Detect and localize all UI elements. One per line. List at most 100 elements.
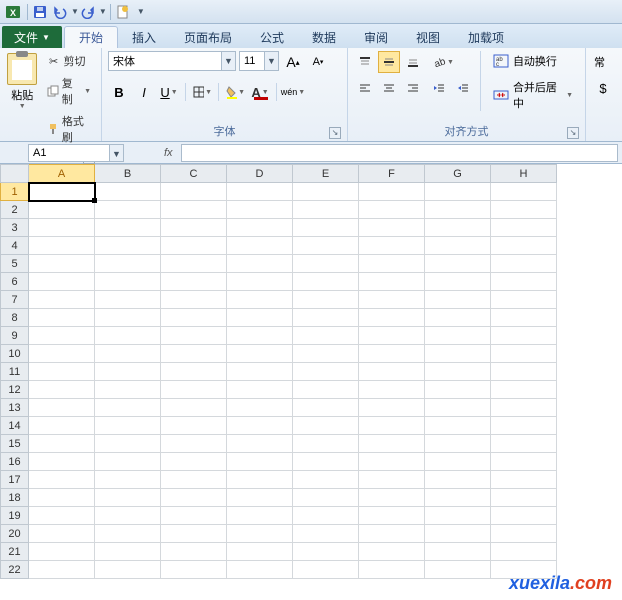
cell[interactable]: [161, 507, 227, 525]
row-header[interactable]: 11: [1, 363, 29, 381]
row-header[interactable]: 13: [1, 399, 29, 417]
cell[interactable]: [425, 255, 491, 273]
decrease-font-button[interactable]: A▾: [307, 51, 329, 73]
cell[interactable]: [425, 327, 491, 345]
cell[interactable]: [293, 399, 359, 417]
wrap-text-button[interactable]: abc 自动换行: [487, 51, 579, 71]
cell[interactable]: [425, 489, 491, 507]
font-name-combo[interactable]: 宋体 ▼: [108, 51, 236, 71]
cell[interactable]: [293, 489, 359, 507]
cell[interactable]: [227, 291, 293, 309]
cell[interactable]: [29, 291, 95, 309]
cell[interactable]: [425, 453, 491, 471]
tab-page-layout[interactable]: 页面布局: [170, 26, 246, 48]
undo-icon[interactable]: [51, 3, 69, 21]
cell[interactable]: [29, 363, 95, 381]
cell[interactable]: [491, 453, 557, 471]
cell[interactable]: [29, 201, 95, 219]
cell[interactable]: [227, 309, 293, 327]
cell[interactable]: [359, 237, 425, 255]
cell[interactable]: [491, 471, 557, 489]
cell[interactable]: [29, 399, 95, 417]
cell[interactable]: [425, 435, 491, 453]
row-header[interactable]: 22: [1, 561, 29, 579]
cell[interactable]: [359, 273, 425, 291]
align-left-button[interactable]: [354, 77, 376, 99]
cell[interactable]: [161, 435, 227, 453]
cell[interactable]: [161, 255, 227, 273]
tab-review[interactable]: 审阅: [350, 26, 402, 48]
cell[interactable]: [161, 345, 227, 363]
column-header[interactable]: H: [491, 165, 557, 183]
cell[interactable]: [425, 381, 491, 399]
decrease-indent-button[interactable]: [428, 77, 450, 99]
cell[interactable]: [227, 201, 293, 219]
cell[interactable]: [161, 219, 227, 237]
cell[interactable]: [227, 399, 293, 417]
align-top-button[interactable]: [354, 51, 376, 73]
increase-font-button[interactable]: A▴: [282, 51, 304, 73]
column-header[interactable]: B: [95, 165, 161, 183]
save-icon[interactable]: [31, 3, 49, 21]
cell[interactable]: [227, 561, 293, 579]
cell[interactable]: [161, 471, 227, 489]
row-header[interactable]: 12: [1, 381, 29, 399]
cell[interactable]: [491, 507, 557, 525]
cell[interactable]: [161, 273, 227, 291]
column-header[interactable]: E: [293, 165, 359, 183]
row-header[interactable]: 14: [1, 417, 29, 435]
column-header[interactable]: C: [161, 165, 227, 183]
cell[interactable]: [95, 561, 161, 579]
cell[interactable]: [425, 219, 491, 237]
cell[interactable]: [227, 345, 293, 363]
cell[interactable]: [425, 399, 491, 417]
cell[interactable]: [293, 561, 359, 579]
cell[interactable]: [491, 489, 557, 507]
formula-input[interactable]: [181, 144, 618, 162]
currency-button[interactable]: $: [592, 77, 614, 99]
row-header[interactable]: 2: [1, 201, 29, 219]
cell[interactable]: [29, 273, 95, 291]
cell[interactable]: [425, 507, 491, 525]
file-tab[interactable]: 文件 ▼: [2, 26, 62, 48]
cell[interactable]: [425, 273, 491, 291]
cell[interactable]: [95, 219, 161, 237]
italic-button[interactable]: I: [133, 81, 155, 103]
tab-formulas[interactable]: 公式: [246, 26, 298, 48]
cell[interactable]: [29, 183, 95, 201]
cell[interactable]: [491, 291, 557, 309]
row-header[interactable]: 10: [1, 345, 29, 363]
cell[interactable]: [95, 237, 161, 255]
cell[interactable]: [359, 561, 425, 579]
cell[interactable]: [293, 453, 359, 471]
cell[interactable]: [425, 561, 491, 579]
cell[interactable]: [161, 417, 227, 435]
cell[interactable]: [491, 399, 557, 417]
cell[interactable]: [29, 309, 95, 327]
cell[interactable]: [227, 237, 293, 255]
cell[interactable]: [491, 327, 557, 345]
phonetic-button[interactable]: wén▼: [282, 81, 304, 103]
cell[interactable]: [359, 399, 425, 417]
underline-button[interactable]: U▼: [158, 81, 180, 103]
cell[interactable]: [293, 201, 359, 219]
cell[interactable]: [293, 381, 359, 399]
cell[interactable]: [491, 435, 557, 453]
cell[interactable]: [29, 219, 95, 237]
row-header[interactable]: 9: [1, 327, 29, 345]
cell[interactable]: [95, 273, 161, 291]
cell[interactable]: [95, 255, 161, 273]
cell[interactable]: [425, 309, 491, 327]
font-color-button[interactable]: A▼: [249, 81, 271, 103]
cell[interactable]: [227, 525, 293, 543]
row-header[interactable]: 7: [1, 291, 29, 309]
cell[interactable]: [29, 489, 95, 507]
cell[interactable]: [161, 237, 227, 255]
cell[interactable]: [29, 525, 95, 543]
column-header[interactable]: F: [359, 165, 425, 183]
tab-data[interactable]: 数据: [298, 26, 350, 48]
cell[interactable]: [227, 381, 293, 399]
cell[interactable]: [359, 417, 425, 435]
cell[interactable]: [359, 471, 425, 489]
cell[interactable]: [161, 561, 227, 579]
